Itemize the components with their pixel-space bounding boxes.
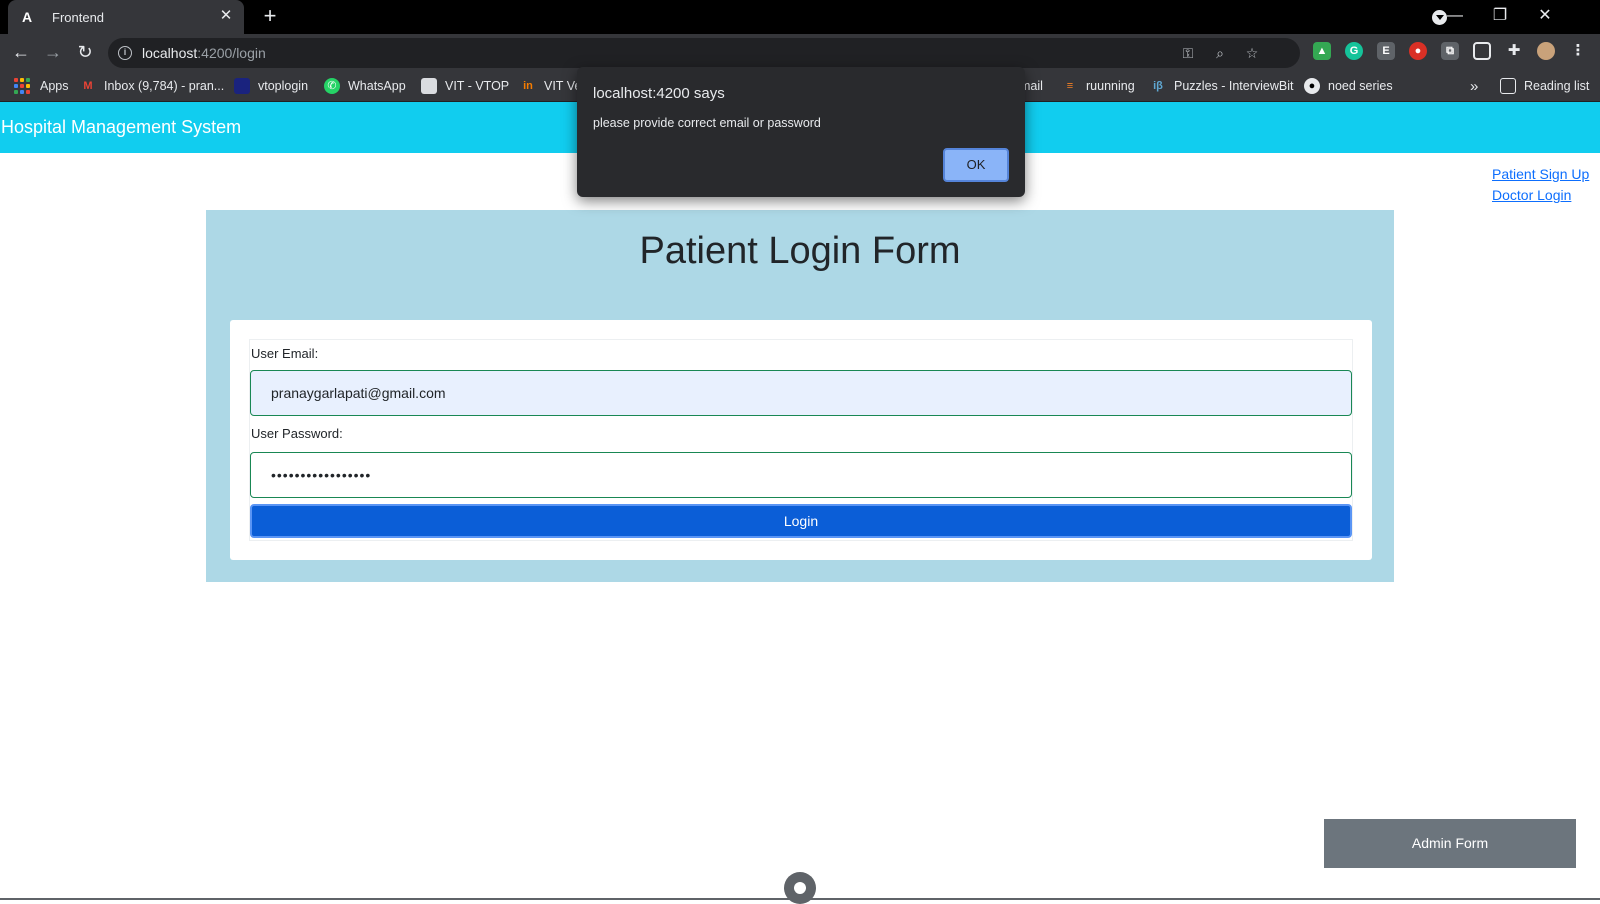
address-url: localhost:4200/login <box>142 45 266 61</box>
password-label: User Password: <box>251 426 343 441</box>
github-icon: ● <box>1304 78 1320 94</box>
tab-close-icon[interactable]: ✕ <box>218 8 234 24</box>
extension-e-icon[interactable]: E <box>1377 42 1395 60</box>
login-button[interactable]: Login <box>250 504 1352 538</box>
bookmark-ruunning[interactable]: ≡ ruunning <box>1062 70 1135 102</box>
back-icon[interactable]: ← <box>9 40 33 64</box>
password-field[interactable] <box>250 452 1352 498</box>
bookmark-star-icon[interactable]: ☆ <box>1242 43 1262 63</box>
zoom-icon[interactable]: ⌕ <box>1210 43 1230 63</box>
alert-title: localhost:4200 says <box>593 85 725 102</box>
doctor-login-link[interactable]: Doctor Login <box>1492 185 1589 206</box>
reading-list-icon <box>1500 78 1516 94</box>
bookmark-whatsapp[interactable]: ✆ WhatsApp <box>324 70 406 102</box>
key-icon[interactable]: ⚿ <box>1178 43 1198 63</box>
login-card: User Email: User Password: Login <box>230 320 1372 560</box>
reading-list[interactable]: Reading list <box>1500 70 1589 102</box>
side-links: Patient Sign Up Doctor Login <box>1492 164 1589 206</box>
site-info-icon[interactable]: i <box>118 46 132 60</box>
browser-tab[interactable]: A Frontend ✕ <box>8 0 244 34</box>
grammarly-icon[interactable]: G <box>1345 42 1363 60</box>
extension-copy-icon[interactable]: ⧉ <box>1441 42 1459 60</box>
bookmark-vit-vtop[interactable]: VIT - VTOP <box>421 70 509 102</box>
vtop-page-icon <box>421 78 437 94</box>
bookmark-apps[interactable]: Apps <box>14 70 69 102</box>
extension-red-icon[interactable]: ● <box>1409 42 1427 60</box>
autoscroll-icon[interactable] <box>784 872 816 904</box>
bookmark-vtoplogin[interactable]: vtoplogin <box>234 70 308 102</box>
apps-grid-icon <box>14 78 30 94</box>
login-form: User Email: User Password: Login <box>249 339 1353 541</box>
vtop-icon <box>234 78 250 94</box>
window-close-icon[interactable]: ✕ <box>1533 4 1557 28</box>
alert-dialog: localhost:4200 says please provide corre… <box>577 67 1025 197</box>
vit-icon: in <box>523 80 533 92</box>
bookmark-vit-ve[interactable]: in VIT Ve <box>520 70 581 102</box>
google-drive-icon[interactable]: ▲ <box>1313 42 1331 60</box>
angular-logo-icon: A <box>22 9 33 25</box>
minimize-icon[interactable]: — <box>1443 4 1467 28</box>
browser-tabstrip: A Frontend ✕ + — ❐ ✕ <box>0 0 1600 34</box>
patient-signup-link[interactable]: Patient Sign Up <box>1492 164 1589 185</box>
menu-dots-icon[interactable]: ⋮ <box>1569 42 1587 60</box>
interviewbit-icon: iβ <box>1153 80 1163 92</box>
extension-window-icon[interactable] <box>1473 42 1491 60</box>
avatar-icon[interactable] <box>1537 42 1555 60</box>
whatsapp-icon: ✆ <box>324 78 340 94</box>
app-title: Hospital Management System <box>1 117 242 137</box>
login-form-container: Patient Login Form User Email: User Pass… <box>206 210 1394 582</box>
page-content: Hospital Management System Patient Sign … <box>0 102 1600 904</box>
email-field[interactable] <box>250 370 1352 416</box>
tab-title: Frontend <box>52 10 105 25</box>
reload-icon[interactable]: ↻ <box>73 40 97 64</box>
new-tab-icon[interactable]: + <box>258 5 282 29</box>
bookmark-inbox[interactable]: M Inbox (9,784) - pran... <box>80 70 224 102</box>
bookmarks-overflow-icon[interactable]: » <box>1470 70 1478 102</box>
form-heading: Patient Login Form <box>639 230 961 272</box>
gmail-icon: M <box>83 80 93 92</box>
stackoverflow-icon: ≡ <box>1066 80 1074 92</box>
admin-form-button[interactable]: Admin Form <box>1324 819 1576 868</box>
email-label: User Email: <box>251 346 319 361</box>
forward-icon[interactable]: → <box>41 40 65 64</box>
address-bar[interactable]: i localhost:4200/login ⚿ ⌕ ☆ <box>108 38 1300 68</box>
bookmark-noed-series[interactable]: ● noed series <box>1304 70 1393 102</box>
alert-ok-button[interactable]: OK <box>943 148 1009 182</box>
restore-icon[interactable]: ❐ <box>1488 4 1512 28</box>
bookmark-interviewbit[interactable]: iβ Puzzles - InterviewBit <box>1150 70 1293 102</box>
extensions-puzzle-icon[interactable]: ✚ <box>1505 42 1523 60</box>
alert-message: please provide correct email or password <box>593 116 821 130</box>
